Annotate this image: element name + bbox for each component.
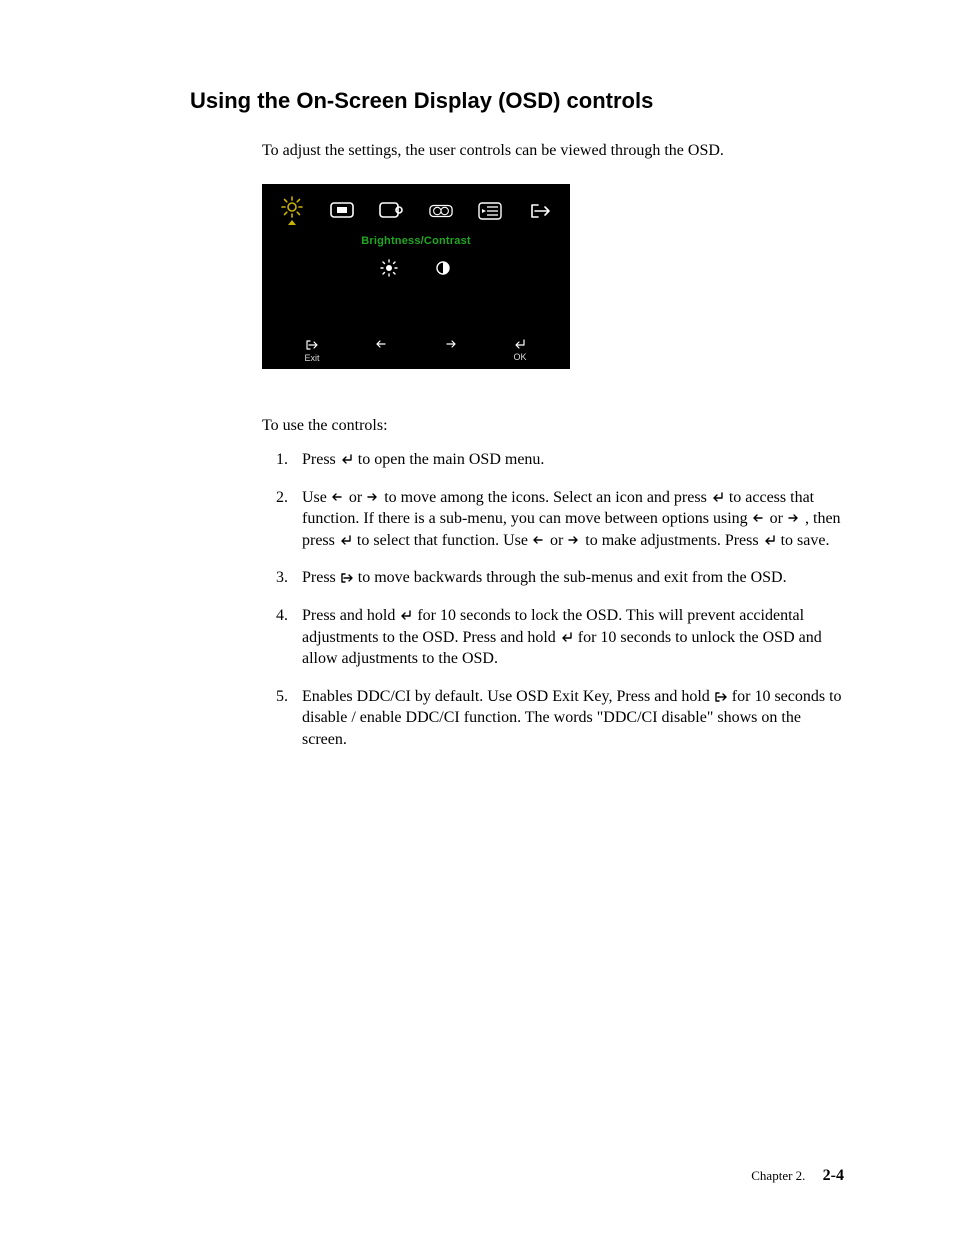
brightness-sun-icon[interactable] bbox=[377, 257, 401, 279]
instruction-list: Press to open the main OSD menu. Use or … bbox=[262, 449, 844, 751]
osd-exit-label: Exit bbox=[304, 353, 319, 363]
left-arrow-icon bbox=[331, 492, 345, 504]
osd-exit-button[interactable]: Exit bbox=[298, 339, 326, 363]
chapter-label: Chapter 2. bbox=[751, 1168, 805, 1183]
contrast-half-icon[interactable] bbox=[431, 257, 455, 279]
step-1: Press to open the main OSD menu. bbox=[292, 449, 844, 471]
right-arrow-icon bbox=[787, 513, 801, 525]
right-arrow-icon bbox=[366, 492, 380, 504]
osd-right-button[interactable] bbox=[437, 339, 465, 361]
osd-bottom-buttons: Exit OK bbox=[262, 335, 570, 363]
osd-sub-icons bbox=[262, 257, 570, 335]
enter-icon bbox=[339, 535, 353, 547]
step-3: Press to move backwards through the sub-… bbox=[292, 567, 844, 589]
osd-title: Brightness/Contrast bbox=[262, 229, 570, 257]
enter-icon bbox=[763, 535, 777, 547]
enter-icon bbox=[711, 492, 725, 504]
intro-paragraph: To adjust the settings, the user control… bbox=[262, 142, 844, 160]
osd-tab-brightness[interactable] bbox=[280, 196, 304, 225]
enter-icon bbox=[560, 632, 574, 644]
step-2: Use or to move among the icons. Select a… bbox=[292, 487, 844, 552]
osd-ok-button[interactable]: OK bbox=[506, 339, 534, 362]
enter-icon bbox=[399, 610, 413, 622]
document-page: Using the On-Screen Display (OSD) contro… bbox=[0, 0, 954, 1235]
osd-tab-options[interactable] bbox=[478, 200, 502, 222]
exit-icon bbox=[340, 572, 354, 584]
osd-tab-exit[interactable] bbox=[528, 200, 552, 222]
osd-left-button[interactable] bbox=[367, 339, 395, 361]
osd-panel: Brightness/Contrast bbox=[262, 184, 570, 369]
enter-icon bbox=[340, 454, 354, 466]
left-arrow-icon bbox=[752, 513, 766, 525]
intro2: To use the controls: bbox=[262, 417, 844, 435]
selected-marker-icon bbox=[288, 220, 296, 225]
osd-tab-image-setup[interactable] bbox=[379, 200, 403, 222]
osd-ok-label: OK bbox=[513, 352, 526, 362]
osd-top-icons bbox=[262, 190, 570, 229]
step-4: Press and hold for 10 seconds to lock th… bbox=[292, 605, 844, 670]
page-footer: Chapter 2. 2-4 bbox=[751, 1167, 844, 1185]
exit-icon bbox=[714, 691, 728, 703]
left-arrow-icon bbox=[532, 535, 546, 547]
page-number: 2-4 bbox=[823, 1167, 844, 1184]
right-arrow-icon bbox=[567, 535, 581, 547]
brightness-icon bbox=[280, 196, 304, 218]
step-5: Enables DDC/CI by default. Use OSD Exit … bbox=[292, 686, 844, 751]
osd-tab-color[interactable] bbox=[429, 200, 453, 222]
osd-tab-image-position[interactable] bbox=[330, 200, 354, 222]
section-title: Using the On-Screen Display (OSD) contro… bbox=[190, 88, 844, 114]
